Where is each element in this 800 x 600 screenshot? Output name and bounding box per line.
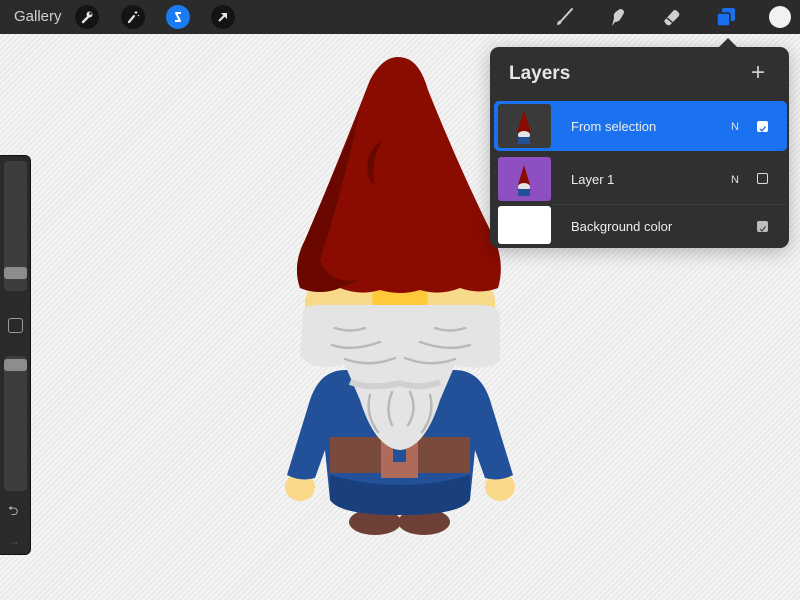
gallery-button[interactable]: Gallery (14, 8, 62, 25)
layer-name: Layer 1 (571, 172, 615, 187)
opacity-slider-thumb[interactable] (4, 359, 27, 371)
plus-icon[interactable]: + (751, 59, 765, 87)
layer-name: From selection (571, 119, 657, 134)
hat (296, 56, 501, 293)
redo-icon[interactable]: → (8, 534, 20, 548)
modify-button[interactable] (8, 318, 23, 333)
blend-mode-button[interactable]: N (731, 121, 739, 133)
buckle-hole (393, 448, 406, 462)
smudge-icon[interactable] (604, 5, 630, 29)
left-sidebar: ⮌ → (0, 155, 31, 555)
layer-visibility-checkbox[interactable] (757, 121, 768, 133)
layer-row-from-selection[interactable]: From selection N (494, 101, 787, 151)
color-picker-button[interactable] (769, 6, 791, 28)
eraser-icon[interactable] (658, 5, 684, 29)
layer-visibility-checkbox[interactable] (757, 173, 768, 184)
layer-thumbnail (498, 206, 551, 244)
layer-thumbnail (498, 157, 551, 201)
transform-arrow-icon[interactable] (211, 5, 235, 29)
magic-wand-icon[interactable] (121, 5, 145, 29)
layer-row-background-color[interactable]: Background color (494, 202, 787, 248)
layers-panel: Layers + From selection N Layer 1 N Back… (490, 38, 789, 248)
layers-icon[interactable] (713, 5, 739, 29)
layers-panel-title: Layers (509, 63, 571, 84)
layer-visibility-checkbox[interactable] (757, 221, 768, 232)
selection-icon[interactable] (166, 5, 190, 29)
brush-icon[interactable] (551, 5, 577, 29)
blend-mode-button[interactable]: N (731, 174, 739, 186)
undo-icon[interactable]: ⮌ (8, 502, 18, 524)
brush-size-slider-thumb[interactable] (4, 267, 27, 279)
layer-thumbnail (498, 104, 551, 148)
opacity-slider[interactable] (4, 356, 27, 491)
layer-row-layer-1[interactable]: Layer 1 N (494, 154, 787, 204)
top-toolbar: Gallery (0, 0, 800, 34)
wrench-icon[interactable] (75, 5, 99, 29)
layer-name: Background color (571, 219, 673, 234)
